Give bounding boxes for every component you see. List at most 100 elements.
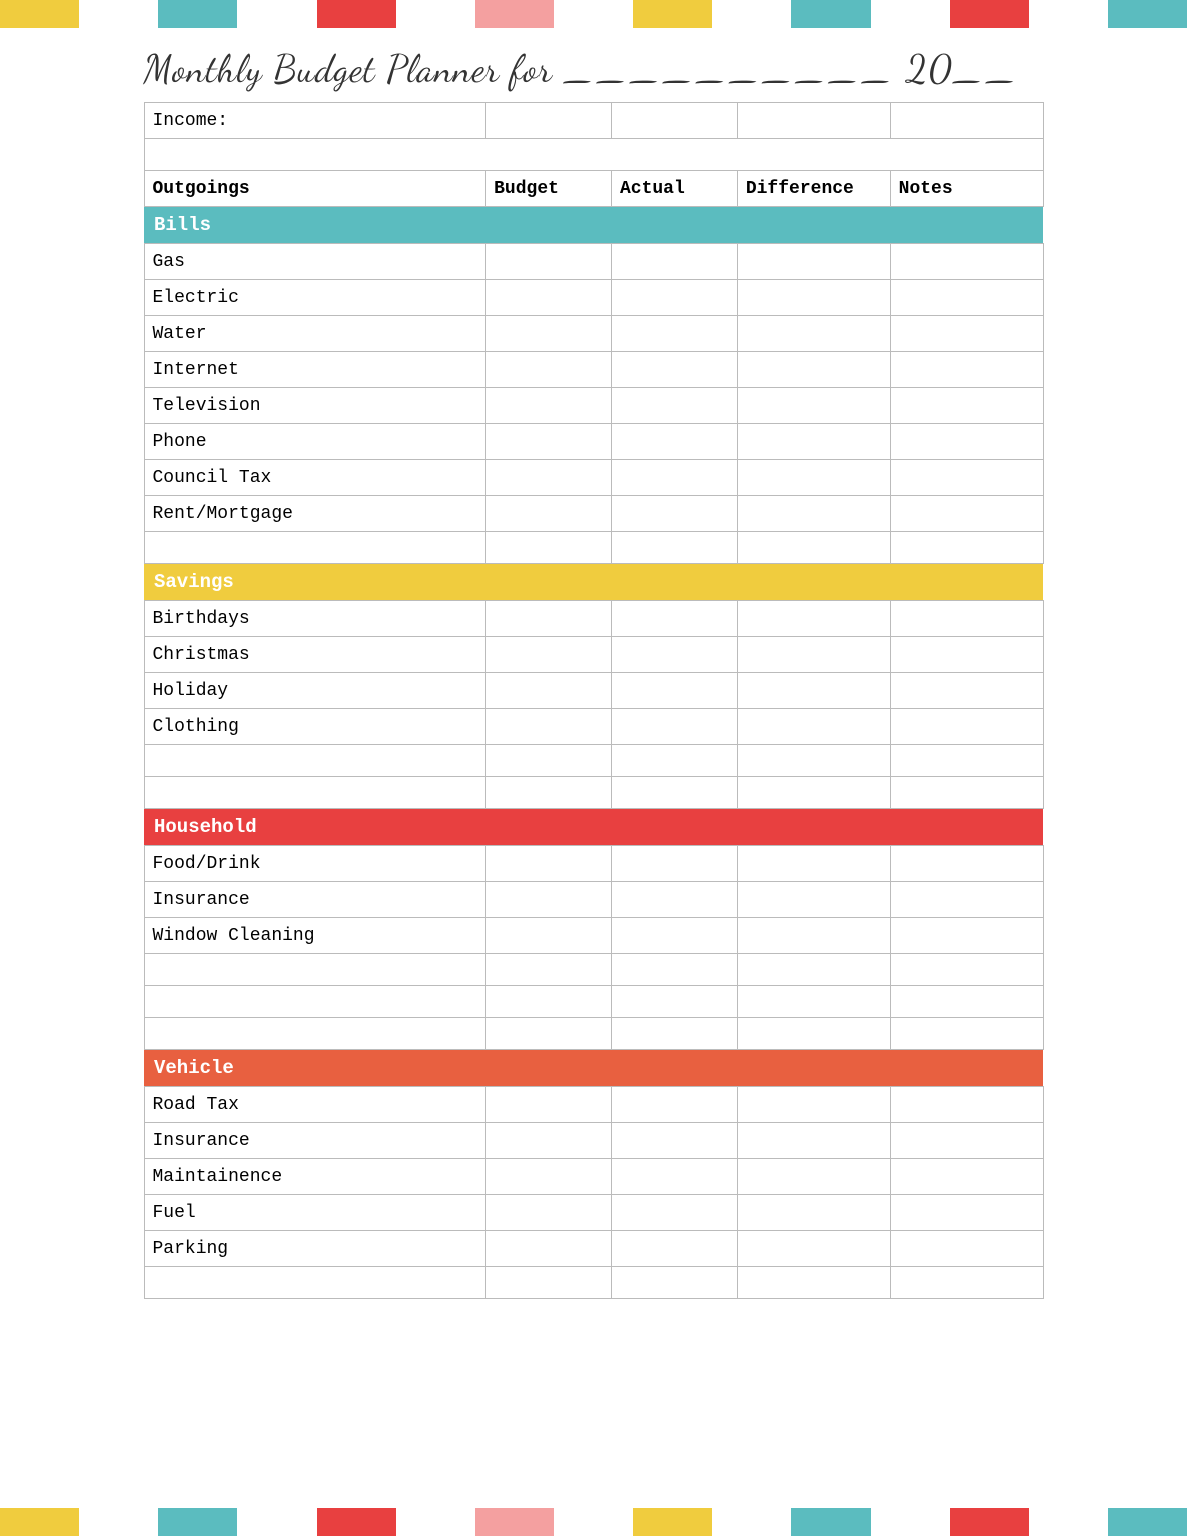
bar-gap4 (554, 0, 633, 28)
bills-television-row: Television (144, 388, 1043, 424)
bottom-bar-gap4 (554, 1508, 633, 1536)
household-food-label: Food/Drink (144, 846, 486, 882)
bills-council-tax-label: Council Tax (144, 460, 486, 496)
bar-gap2 (237, 0, 316, 28)
vehicle-insurance-row: Insurance (144, 1123, 1043, 1159)
income-row: Income: (144, 103, 1043, 139)
bottom-bar-gap7 (1029, 1508, 1108, 1536)
bar-teal3 (1108, 0, 1187, 28)
income-label: Income: (144, 103, 486, 139)
bar-gap7 (1029, 0, 1108, 28)
bottom-bar-gap2 (237, 1508, 316, 1536)
bills-phone-row: Phone (144, 424, 1043, 460)
savings-holiday-label: Holiday (144, 673, 486, 709)
bar-teal2 (791, 0, 870, 28)
household-section-header: Household (144, 809, 1043, 846)
bottom-bar-gap5 (712, 1508, 791, 1536)
bottom-bar-gap6 (871, 1508, 950, 1536)
bottom-bar-teal3 (1108, 1508, 1187, 1536)
bills-gas-diff (737, 244, 890, 280)
savings-label: Savings (144, 564, 1043, 601)
savings-empty-row-1 (144, 745, 1043, 777)
household-window-cleaning-row: Window Cleaning (144, 918, 1043, 954)
bottom-color-bars (0, 1508, 1187, 1536)
household-empty-row-2 (144, 986, 1043, 1018)
vehicle-empty-row (144, 1267, 1043, 1299)
savings-holiday-row: Holiday (144, 673, 1043, 709)
savings-birthdays-row: Birthdays (144, 601, 1043, 637)
vehicle-parking-label: Parking (144, 1231, 486, 1267)
income-actual (611, 103, 737, 139)
bills-internet-label: Internet (144, 352, 486, 388)
bills-gas-budget (486, 244, 612, 280)
bottom-bar-pink (475, 1508, 554, 1536)
bills-water-label: Water (144, 316, 486, 352)
col-notes: Notes (890, 171, 1043, 207)
household-label: Household (144, 809, 1043, 846)
bills-electric-row: Electric (144, 280, 1043, 316)
bills-water-row: Water (144, 316, 1043, 352)
bar-yellow (0, 0, 79, 28)
page-title: Monthly Budget Planner for __________ 20… (144, 28, 1044, 102)
bills-gas-notes (890, 244, 1043, 280)
col-actual: Actual (611, 171, 737, 207)
bills-rent-mortgage-row: Rent/Mortgage (144, 496, 1043, 532)
savings-empty-row-2 (144, 777, 1043, 809)
bills-gas-label: Gas (144, 244, 486, 280)
savings-christmas-row: Christmas (144, 637, 1043, 673)
bar-gap (79, 0, 158, 28)
savings-christmas-label: Christmas (144, 637, 486, 673)
bar-pink (475, 0, 554, 28)
vehicle-maintenance-row: Maintainence (144, 1159, 1043, 1195)
bills-rent-mortgage-label: Rent/Mortgage (144, 496, 486, 532)
vehicle-label: Vehicle (144, 1050, 1043, 1087)
vehicle-maintenance-label: Maintainence (144, 1159, 486, 1195)
savings-clothing-row: Clothing (144, 709, 1043, 745)
vehicle-fuel-label: Fuel (144, 1195, 486, 1231)
column-headers: Outgoings Budget Actual Difference Notes (144, 171, 1043, 207)
bar-teal (158, 0, 237, 28)
vehicle-road-tax-label: Road Tax (144, 1087, 486, 1123)
bar-gap6 (871, 0, 950, 28)
bar-red2 (950, 0, 1029, 28)
household-window-cleaning-label: Window Cleaning (144, 918, 486, 954)
title-text: Monthly Budget Planner for __________ 20… (144, 46, 1020, 92)
income-budget (486, 103, 612, 139)
household-empty-row-3 (144, 1018, 1043, 1050)
bar-red (317, 0, 396, 28)
bills-phone-label: Phone (144, 424, 486, 460)
bar-gap5 (712, 0, 791, 28)
bills-gas-actual (611, 244, 737, 280)
household-insurance-row: Insurance (144, 882, 1043, 918)
household-empty-row-1 (144, 954, 1043, 986)
bills-council-tax-row: Council Tax (144, 460, 1043, 496)
bills-electric-label: Electric (144, 280, 486, 316)
bottom-bar-gap3 (396, 1508, 475, 1536)
spacer-row-1 (144, 139, 1043, 171)
bottom-bar-teal (158, 1508, 237, 1536)
col-outgoings: Outgoings (144, 171, 486, 207)
bottom-bar-teal2 (791, 1508, 870, 1536)
savings-birthdays-label: Birthdays (144, 601, 486, 637)
bottom-bar-red (317, 1508, 396, 1536)
col-difference: Difference (737, 171, 890, 207)
vehicle-fuel-row: Fuel (144, 1195, 1043, 1231)
bottom-bar-yellow2 (633, 1508, 712, 1536)
bills-label: Bills (144, 207, 1043, 244)
bills-internet-row: Internet (144, 352, 1043, 388)
income-diff (737, 103, 890, 139)
bills-section-header: Bills (144, 207, 1043, 244)
vehicle-section-header: Vehicle (144, 1050, 1043, 1087)
household-food-row: Food/Drink (144, 846, 1043, 882)
col-budget: Budget (486, 171, 612, 207)
bottom-bar-gap (79, 1508, 158, 1536)
savings-clothing-label: Clothing (144, 709, 486, 745)
vehicle-parking-row: Parking (144, 1231, 1043, 1267)
savings-section-header: Savings (144, 564, 1043, 601)
bar-yellow2 (633, 0, 712, 28)
vehicle-insurance-label: Insurance (144, 1123, 486, 1159)
vehicle-road-tax-row: Road Tax (144, 1087, 1043, 1123)
bar-gap3 (396, 0, 475, 28)
household-insurance-label: Insurance (144, 882, 486, 918)
page: Monthly Budget Planner for __________ 20… (0, 0, 1187, 1536)
